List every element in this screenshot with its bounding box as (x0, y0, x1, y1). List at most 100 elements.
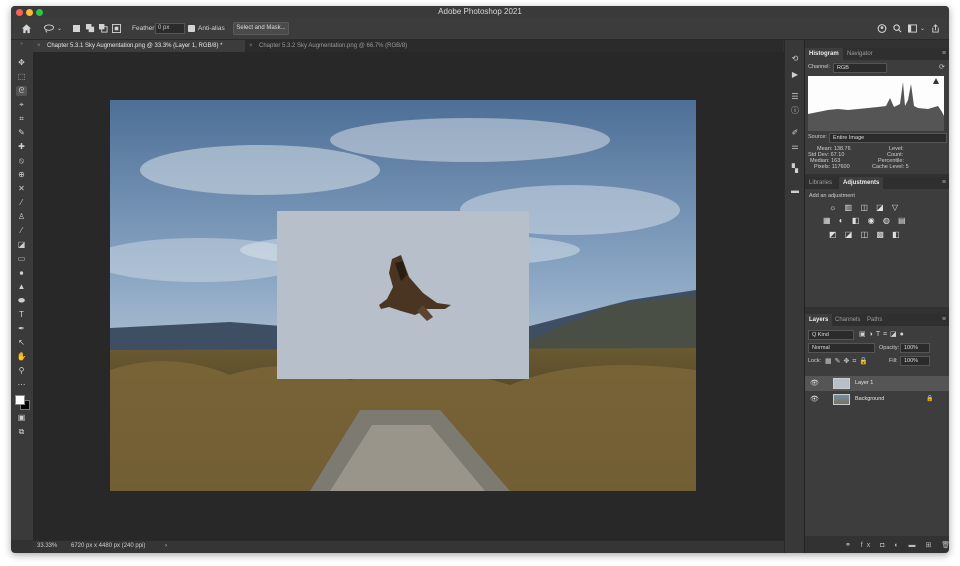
move-tool-icon[interactable]: ✥ (16, 58, 27, 68)
tab-navigator[interactable]: Navigator (843, 48, 877, 60)
tab-layers[interactable]: Layers (805, 314, 833, 326)
anti-alias-label: Anti-alias (198, 25, 225, 32)
marquee-tool-icon[interactable]: ⬚ (16, 72, 27, 82)
panel-menu-icon[interactable]: ≡ (942, 179, 946, 186)
share-icon[interactable] (931, 24, 940, 33)
document-canvas[interactable] (110, 100, 696, 491)
zoom-level[interactable]: 33.33% (37, 543, 57, 549)
tab-channels[interactable]: Channels (831, 314, 864, 326)
adjustment-icons-row-3[interactable]: ◩ ◪ ◫ ▩ ◧ (829, 230, 903, 240)
tab-histogram[interactable]: Histogram (805, 48, 843, 60)
dodge-tool-icon[interactable]: ⬬ (16, 296, 27, 306)
sharpen-tool-icon[interactable]: ▲ (16, 282, 27, 292)
adjustment-icons-row-2[interactable]: ▦ ◐ ◧ ◉ ◍ ▤ (823, 216, 909, 226)
intersect-selection-icon[interactable] (112, 24, 121, 33)
stat-label: Pixels: (814, 164, 831, 170)
tools-panel: » ✥ ⬚ ᘓ ⌖ ⌗ ✎ ✚ ⦸ ⊕ ✕ ⁄ ♙ ⁄ ◪ ▭ ⦁ ▲ ⬬ T … (11, 40, 33, 540)
lasso-tool-icon[interactable]: ᘓ (16, 86, 27, 96)
learn-icon[interactable] (877, 24, 887, 33)
clone-source-icon[interactable]: ▬ (790, 186, 800, 196)
layer-1-overlay[interactable] (277, 211, 529, 379)
blur-tool-icon[interactable]: ⦁ (16, 268, 27, 278)
adjustment-icons-row-1[interactable]: ☼ ▥ ◫ ◪ ▽ (829, 203, 901, 213)
stamp-tool-icon[interactable]: ♙ (16, 212, 27, 222)
spot-healing-tool-icon[interactable]: ✚ (16, 142, 27, 152)
eraser-tool-icon[interactable]: ◪ (16, 240, 27, 250)
screen-mode-icon[interactable]: ⧉ (16, 427, 27, 437)
tab-adjustments[interactable]: Adjustments (839, 177, 884, 189)
quick-selection-tool-icon[interactable]: ⌖ (16, 100, 27, 110)
channel-label: Channel: (808, 64, 831, 70)
foreground-color-swatch-top[interactable] (15, 395, 25, 405)
select-and-mask-button[interactable]: Select and Mask... (233, 22, 289, 35)
history-brush-tool-icon[interactable]: ✕ (16, 184, 27, 194)
search-icon[interactable] (893, 24, 902, 33)
workspace-chevron-icon[interactable]: ⌄ (920, 23, 925, 35)
opacity-input[interactable]: 100% (900, 343, 930, 353)
brush-tool-icon-2[interactable]: ⁄ (16, 198, 27, 208)
tab-libraries[interactable]: Libraries (805, 177, 836, 189)
stat-label: Cache Level: (872, 164, 905, 170)
blend-mode-value: Normal (812, 345, 830, 351)
tab-sky-augmentation-532[interactable]: × Chapter 5.3.2 Sky Augmentation.png @ 6… (245, 40, 445, 52)
feather-input[interactable]: 0 px (155, 23, 185, 34)
layer-kind-filter[interactable]: Q Kind (808, 330, 854, 340)
info-panel-icon[interactable]: ⓘ (790, 106, 800, 116)
panel-menu-icon[interactable]: ≡ (942, 316, 946, 323)
canvas-area[interactable] (33, 52, 784, 540)
fill-input[interactable]: 100% (900, 356, 930, 366)
history-panel-icon[interactable]: ⟲ (790, 54, 800, 64)
refresh-icon[interactable]: ⟳ (939, 63, 945, 71)
hand-tool-icon[interactable]: ✋ (16, 352, 27, 362)
chevron-down-icon[interactable]: ⌄ (57, 23, 62, 35)
character-panel-icon[interactable]: ▚ (790, 164, 800, 174)
add-to-selection-icon[interactable] (86, 24, 95, 33)
source-select[interactable]: Entire Image (829, 133, 947, 143)
type-tool-icon[interactable]: T (16, 310, 27, 320)
gradient-tool-icon[interactable]: ▭ (16, 254, 27, 264)
tab-paths[interactable]: Paths (863, 314, 886, 326)
actions-panel-icon[interactable]: ▶ (790, 70, 800, 80)
add-adjustment-label: Add an adjustment (809, 193, 855, 199)
panel-menu-icon[interactable]: ≡ (942, 50, 946, 57)
properties-panel-icon[interactable]: ☰ (790, 92, 800, 102)
brushes-panel-icon[interactable]: ⚌ (790, 142, 800, 152)
layers-bottom-toolbar[interactable]: ⚭ fx ◘ ◐ ▬ ⊞ 🗑 (845, 541, 949, 549)
zoom-tool-icon[interactable]: ⚲ (16, 366, 27, 376)
path-selection-tool-icon[interactable]: ↖ (16, 338, 27, 348)
layer-row-background[interactable]: 👁 Background 🔒 (805, 392, 949, 407)
clone-stamp-tool-icon[interactable]: ⊕ (16, 170, 27, 180)
panel-dock: Histogram Navigator ≡ Channel: RGB ⟳ Sou… (804, 40, 949, 553)
visibility-eye-icon[interactable]: 👁 (810, 395, 819, 403)
channel-select[interactable]: RGB (833, 63, 887, 73)
anti-alias-checkbox[interactable] (188, 25, 195, 32)
opacity-label: Opacity: (879, 345, 900, 351)
eyedropper-tool-icon[interactable]: ✎ (16, 128, 27, 138)
new-selection-icon[interactable] (73, 25, 80, 32)
quick-mask-icon[interactable]: ▣ (16, 413, 27, 423)
document-tabs: × Chapter 5.3.1 Sky Augmentation.png @ 3… (33, 40, 783, 52)
lock-icons[interactable]: ▦✎✥⌗🔒 (825, 357, 871, 366)
visibility-eye-icon[interactable]: 👁 (810, 379, 819, 387)
workspace-icon[interactable] (908, 24, 917, 33)
home-icon[interactable] (21, 23, 32, 34)
lasso-tool-preset-icon[interactable] (43, 24, 55, 33)
layer-filter-icons[interactable]: ▣◑T⌗◪● (859, 330, 907, 339)
subtract-from-selection-icon[interactable] (99, 24, 108, 33)
brush-tool-icon[interactable]: ⦸ (16, 156, 27, 166)
layer-name[interactable]: Background (855, 396, 884, 402)
close-tab-icon[interactable]: × (249, 40, 253, 52)
layer-row-layer-1[interactable]: 👁 Layer 1 (805, 376, 949, 391)
blend-mode-select[interactable]: Normal (808, 343, 875, 353)
close-tab-icon[interactable]: × (37, 40, 41, 52)
crop-tool-icon[interactable]: ⌗ (16, 114, 27, 124)
collapse-toolbar-icon[interactable]: » (16, 39, 27, 49)
adjustments-panel: Libraries Adjustments ≡ Add an adjustmen… (805, 177, 949, 307)
layer-name[interactable]: Layer 1 (855, 380, 873, 386)
art-history-tool-icon[interactable]: ⁄ (16, 226, 27, 236)
pen-tool-icon[interactable]: ✒ (16, 324, 27, 334)
edit-toolbar-icon[interactable]: ⋯ (16, 380, 27, 390)
status-arrow-icon[interactable]: › (165, 543, 167, 549)
brush-settings-icon[interactable]: ✐ (790, 128, 800, 138)
tab-sky-augmentation-531[interactable]: × Chapter 5.3.1 Sky Augmentation.png @ 3… (33, 40, 245, 52)
